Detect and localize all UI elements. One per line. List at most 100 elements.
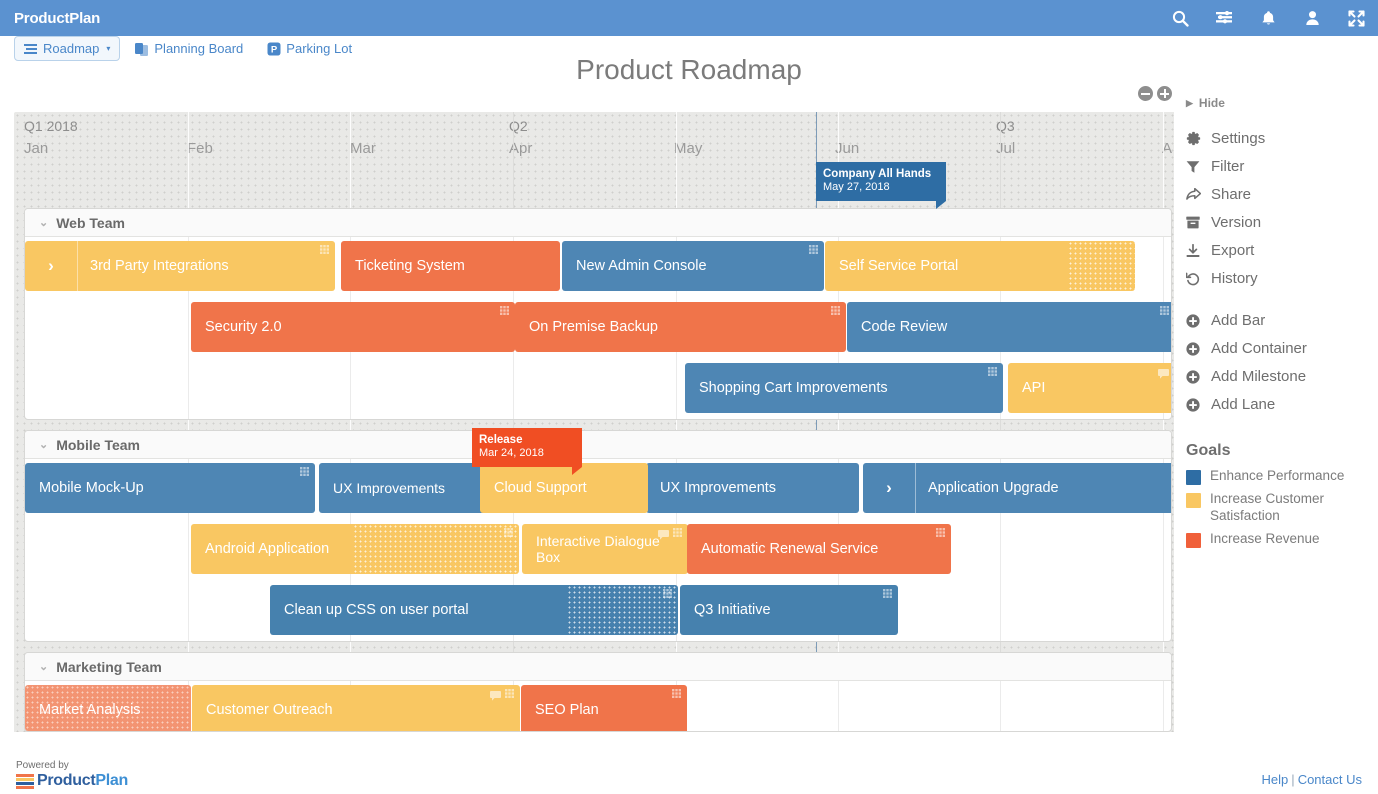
lane-web-team[interactable]: ⌄Web Team›3rd Party IntegrationsTicketin… xyxy=(24,208,1172,420)
bar-drag-handle-icon[interactable] xyxy=(809,245,818,254)
bar-drag-handle-icon[interactable] xyxy=(300,467,309,476)
sidebar-item-settings[interactable]: Settings xyxy=(1186,130,1378,147)
goals-heading: Goals xyxy=(1186,442,1378,460)
brand-logo[interactable]: ProductPlan xyxy=(14,10,100,27)
goal-label: Increase Customer Satisfaction xyxy=(1210,491,1378,525)
sidebar-action-add-container[interactable]: Add Container xyxy=(1186,340,1378,357)
roadmap-canvas[interactable]: Q1 2018Q2Q3JanFebMarAprMayJunJulA ⌄Web T… xyxy=(14,112,1174,732)
goal-color-swatch xyxy=(1186,470,1201,485)
bar-drag-handle-icon[interactable] xyxy=(504,528,513,537)
comment-icon[interactable] xyxy=(490,689,501,700)
bar-label: Self Service Portal xyxy=(825,258,966,275)
chevron-down-icon[interactable]: ⌄ xyxy=(39,660,48,673)
roadmap-bar[interactable]: Clean up CSS on user portal xyxy=(270,585,678,635)
download-icon xyxy=(1186,244,1204,258)
sidebar-item-share[interactable]: Share xyxy=(1186,186,1378,203)
roadmap-bar[interactable]: Interactive Dialogue Box xyxy=(522,524,688,574)
bar-drag-handle-icon[interactable] xyxy=(988,367,997,376)
sidebar-item-export[interactable]: Export xyxy=(1186,242,1378,259)
roadmap-bar[interactable]: Cloud Support xyxy=(480,463,648,513)
bar-drag-handle-icon[interactable] xyxy=(320,245,329,254)
sidebar-menu: Settings Filter Share Version Export History xyxy=(1186,130,1378,287)
chevron-down-icon[interactable]: ⌄ xyxy=(39,438,48,451)
goal-legend-item[interactable]: Increase Revenue xyxy=(1186,531,1378,548)
sidebar-item-label: Add Container xyxy=(1211,340,1307,357)
roadmap-bar[interactable]: ›Application Upgrade xyxy=(863,463,1172,513)
roadmap-bar[interactable]: New Admin Console xyxy=(562,241,824,291)
roadmap-bar[interactable]: Shopping Cart Improvements xyxy=(685,363,1003,413)
sidebar-action-add-milestone[interactable]: Add Milestone xyxy=(1186,368,1378,385)
expand-container-chevron-icon[interactable]: › xyxy=(25,241,78,291)
roadmap-bar[interactable]: ›3rd Party Integrations xyxy=(25,241,335,291)
comment-icon[interactable] xyxy=(658,528,669,539)
roadmap-bar[interactable]: Mobile Mock-Up xyxy=(25,463,315,513)
roadmap-bar[interactable]: SEO Plan xyxy=(521,685,687,732)
bar-drag-handle-icon[interactable] xyxy=(672,689,681,698)
search-icon[interactable] xyxy=(1158,0,1202,36)
lane-marketing-team[interactable]: ⌄Marketing Team Market AnalysisCustomer O… xyxy=(24,652,1172,732)
milestone-flag[interactable]: ReleaseMar 24, 2018 xyxy=(472,428,582,467)
lane-header[interactable]: ⌄Marketing Team xyxy=(25,653,1171,681)
bar-label: Cloud Support xyxy=(480,480,595,497)
help-link[interactable]: Help xyxy=(1262,772,1289,787)
roadmap-bar[interactable]: UX Improvements xyxy=(319,463,500,513)
lane-title: Web Team xyxy=(56,215,125,231)
roadmap-bar[interactable]: Ticketing System xyxy=(341,241,560,291)
fullscreen-icon[interactable] xyxy=(1334,0,1378,36)
productplan-logo[interactable]: ProductPlan xyxy=(16,772,128,790)
lane-mobile-team[interactable]: ⌄Mobile TeamMobile Mock-UpUX Improvement… xyxy=(24,430,1172,642)
milestone-flag[interactable]: Company All HandsMay 27, 2018 xyxy=(816,162,946,201)
lane-header[interactable]: ⌄ Web Team xyxy=(25,209,1171,237)
roadmap-bar[interactable]: On Premise Backup xyxy=(515,302,846,352)
bell-icon[interactable] xyxy=(1246,0,1290,36)
bar-drag-handle-icon[interactable] xyxy=(883,589,892,598)
roadmap-bar[interactable]: Q3 Initiative xyxy=(680,585,898,635)
sidebar-item-history[interactable]: History xyxy=(1186,270,1378,287)
bar-drag-handle-icon[interactable] xyxy=(936,528,945,537)
sidebar-item-filter[interactable]: Filter xyxy=(1186,158,1378,175)
contact-us-link[interactable]: Contact Us xyxy=(1298,772,1362,787)
plus-circle-icon xyxy=(1186,398,1204,412)
lane-header[interactable]: ⌄Mobile Team xyxy=(25,431,1171,459)
chevron-down-icon[interactable]: ⌄ xyxy=(39,216,48,229)
sidebar-action-add-bar[interactable]: Add Bar xyxy=(1186,312,1378,329)
sidebar-item-label: Add Bar xyxy=(1211,312,1265,329)
chevron-down-icon: ▾ xyxy=(106,44,110,53)
roadmap-bar[interactable]: Self Service Portal xyxy=(825,241,1135,291)
goal-legend-item[interactable]: Increase Customer Satisfaction xyxy=(1186,491,1378,525)
sidebar-item-version[interactable]: Version xyxy=(1186,214,1378,231)
roadmap-bar[interactable]: API xyxy=(1008,363,1172,413)
zoom-in-button[interactable] xyxy=(1157,86,1172,101)
powered-by-label: Powered by xyxy=(16,760,69,771)
roadmap-bar[interactable]: Market Analysis xyxy=(25,685,191,732)
milestone-flag-tail xyxy=(936,201,946,209)
roadmap-bar[interactable]: Automatic Renewal Service xyxy=(687,524,951,574)
bar-drag-handle-icon[interactable] xyxy=(663,589,672,598)
bar-drag-handle-icon[interactable] xyxy=(500,306,509,315)
sidebar-action-add-lane[interactable]: Add Lane xyxy=(1186,396,1378,413)
bar-label: Security 2.0 xyxy=(191,319,290,336)
roadmap-bar[interactable]: Customer Outreach xyxy=(192,685,520,732)
bar-drag-handle-icon[interactable] xyxy=(505,689,514,698)
bar-label: On Premise Backup xyxy=(515,319,666,336)
bar-label: 3rd Party Integrations xyxy=(78,258,237,275)
goal-legend-item[interactable]: Enhance Performance xyxy=(1186,468,1378,485)
roadmap-bar[interactable]: Security 2.0 xyxy=(191,302,515,352)
user-icon[interactable] xyxy=(1290,0,1334,36)
bar-drag-handle-icon[interactable] xyxy=(1160,306,1169,315)
hide-panel-toggle[interactable]: ▶ Hide xyxy=(1186,96,1378,110)
bar-drag-handle-icon[interactable] xyxy=(831,306,840,315)
goal-label: Enhance Performance xyxy=(1210,468,1344,485)
roadmap-bar[interactable]: Code Review xyxy=(847,302,1172,352)
sidebar-item-label: Add Milestone xyxy=(1211,368,1306,385)
sidebar-item-label: History xyxy=(1211,270,1258,287)
roadmap-bar[interactable]: Android Application xyxy=(191,524,519,574)
quarter-label: Q1 2018 xyxy=(24,118,78,134)
comment-icon[interactable] xyxy=(1158,367,1169,378)
filter-lines-icon[interactable] xyxy=(1202,0,1246,36)
bar-drag-handle-icon[interactable] xyxy=(673,528,682,537)
milestone-flag-tail xyxy=(572,467,582,475)
roadmap-bar[interactable]: UX Improvements xyxy=(646,463,859,513)
expand-container-chevron-icon[interactable]: › xyxy=(863,463,916,513)
zoom-out-button[interactable] xyxy=(1138,86,1153,101)
